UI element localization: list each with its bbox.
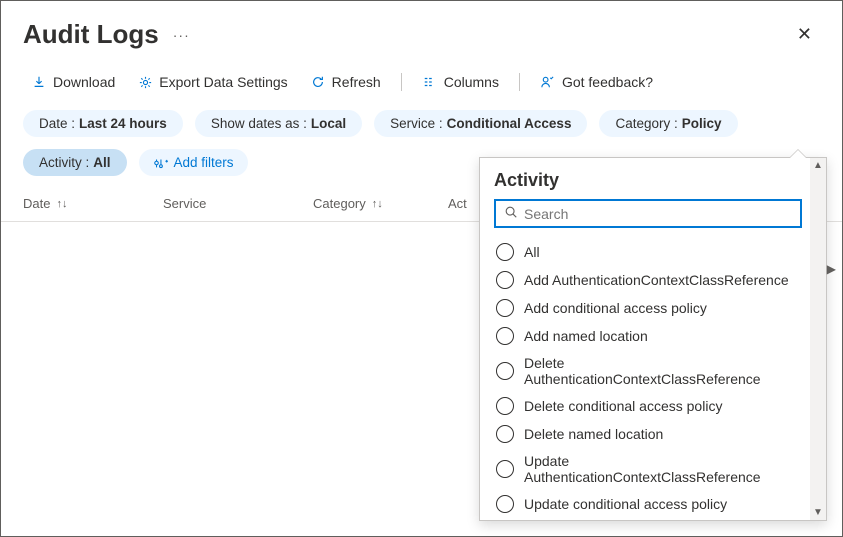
scroll-up-icon[interactable]: ▲ [813,160,823,171]
add-filter-button[interactable]: Add filters [139,149,248,176]
filter-show-dates[interactable]: Show dates as : Local [195,110,362,137]
export-label: Export Data Settings [159,74,287,90]
search-input-wrapper[interactable] [494,199,802,228]
radio-icon [496,243,514,261]
option-add-authctx[interactable]: Add AuthenticationContextClassReference [494,266,798,294]
col-date[interactable]: Date ↑↓ [23,196,163,211]
columns-label: Columns [444,74,499,90]
columns-button[interactable]: Columns [414,70,507,94]
dropdown-title: Activity [494,170,802,191]
option-del-authctx[interactable]: Delete AuthenticationContextClassReferen… [494,350,798,392]
chevron-right-icon[interactable]: ▶ [827,262,836,276]
download-button[interactable]: Download [23,70,123,94]
filter-category[interactable]: Category : Policy [599,110,737,137]
sort-icon: ↑↓ [56,198,67,210]
option-list[interactable]: All Add AuthenticationContextClassRefere… [494,238,802,518]
option-label: Update AuthenticationContextClassReferen… [524,453,796,485]
filter-date-label: Date : [39,116,75,131]
activity-dropdown: Activity All Add AuthenticationContextCl… [479,157,827,521]
add-filter-label: Add filters [174,155,234,170]
feedback-label: Got feedback? [562,74,653,90]
filter-plus-icon [153,156,168,170]
filter-show-dates-label: Show dates as : [211,116,307,131]
option-label: Add AuthenticationContextClassReference [524,272,789,288]
refresh-label: Refresh [332,74,381,90]
radio-icon [496,495,514,513]
radio-icon [496,397,514,415]
filter-service-value: Conditional Access [447,116,572,131]
option-add-capolicy[interactable]: Add conditional access policy [494,294,798,322]
search-input[interactable] [524,206,792,222]
option-del-namedloc[interactable]: Delete named location [494,420,798,448]
radio-icon [496,362,514,380]
option-del-capolicy[interactable]: Delete conditional access policy [494,392,798,420]
col-activity-label: Act [448,196,467,211]
radio-icon [496,327,514,345]
filter-category-value: Policy [682,116,722,131]
option-label: Update conditional access policy [524,496,727,512]
more-icon[interactable]: ··· [173,27,190,43]
option-all[interactable]: All [494,238,798,266]
col-service[interactable]: Service [163,196,313,211]
filter-activity-value: All [93,155,110,170]
close-icon[interactable]: ✕ [789,20,820,49]
option-label: Delete AuthenticationContextClassReferen… [524,355,796,387]
col-category[interactable]: Category ↑↓ [313,196,448,211]
filter-service-label: Service : [390,116,443,131]
filter-date-value: Last 24 hours [79,116,167,131]
columns-icon [422,74,438,90]
dropdown-caret-icon [790,150,806,158]
feedback-icon [540,74,556,90]
filter-category-label: Category : [615,116,677,131]
radio-icon [496,299,514,317]
page-header: Audit Logs ··· ✕ [1,1,842,54]
sort-icon: ↑↓ [372,198,383,210]
filter-activity[interactable]: Activity : All [23,149,127,176]
divider [519,73,520,91]
col-date-label: Date [23,196,50,211]
filter-service[interactable]: Service : Conditional Access [374,110,587,137]
divider [401,73,402,91]
filter-show-dates-value: Local [311,116,346,131]
option-label: All [524,244,540,260]
option-label: Delete conditional access policy [524,398,722,414]
page-title: Audit Logs [23,19,159,50]
option-label: Delete named location [524,426,663,442]
option-label: Add named location [524,328,648,344]
search-icon [504,205,518,222]
outer-scrollbar[interactable]: ▲ ▼ [810,158,826,520]
radio-icon [496,460,514,478]
option-add-namedloc[interactable]: Add named location [494,322,798,350]
option-label: Add conditional access policy [524,300,707,316]
filter-date[interactable]: Date : Last 24 hours [23,110,183,137]
col-service-label: Service [163,196,206,211]
filter-activity-label: Activity : [39,155,89,170]
download-label: Download [53,74,115,90]
option-upd-authctx[interactable]: Update AuthenticationContextClassReferen… [494,448,798,490]
col-category-label: Category [313,196,366,211]
download-icon [31,74,47,90]
command-bar: Download Export Data Settings Refresh Co… [1,54,842,104]
option-upd-capolicy[interactable]: Update conditional access policy [494,490,798,518]
feedback-button[interactable]: Got feedback? [532,70,661,94]
scroll-down-icon[interactable]: ▼ [813,507,823,518]
refresh-button[interactable]: Refresh [302,70,389,94]
radio-icon [496,271,514,289]
radio-icon [496,425,514,443]
export-button[interactable]: Export Data Settings [129,70,295,94]
gear-icon [137,74,153,90]
refresh-icon [310,74,326,90]
